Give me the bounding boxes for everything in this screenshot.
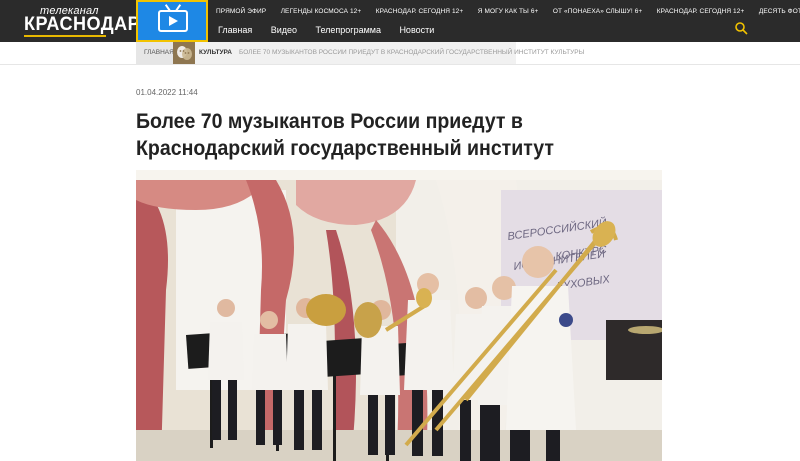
logo-underline [24,35,106,37]
ticker-item[interactable]: ОТ «ПОНАЕХА» СЛЫШУ! 6+ [553,4,642,16]
ticker-item[interactable]: КРАСНОДАР. СЕГОДНЯ 12+ [376,4,464,16]
search-icon[interactable] [734,21,748,35]
schedule-ticker: ПРЯМОЙ ЭФИР ЛЕГЕНДЫ КОСМОСА 12+ КРАСНОДА… [216,0,800,16]
nav-tv-program[interactable]: Телепрограмма [315,18,381,42]
nav-video[interactable]: Видео [271,18,297,42]
nav-home[interactable]: Главная [218,18,252,42]
ticker-item[interactable]: КРАСНОДАР. СЕГОДНЯ 12+ [657,4,745,16]
article-photo[interactable]: ВСЕРОССИЙСКИЙ КОНКУРС ИСПОЛНИТЕЛЕЙ ДУХОВ… [136,170,662,461]
photo-illustration: ВСЕРОССИЙСКИЙ КОНКУРС ИСПОЛНИТЕЛЕЙ ДУХОВ… [136,170,662,461]
theatre-masks-icon [173,42,195,64]
play-icon [169,16,178,26]
logo-title: КРАСНОДАР [24,14,141,35]
breadcrumb-current: БОЛЕЕ 70 МУЗЫКАНТОВ РОССИИ ПРИЕДУТ В КРА… [239,49,585,56]
ticker-item[interactable]: ДЕСЯТЬ ФОТОГРАФИЙ С.А. СТРИЖЕНОВЫМ 12+ [759,4,800,16]
main-nav: Главная Видео Телепрограмма Новости [218,18,448,42]
header-divider [0,64,800,65]
site-header: телеканал КРАСНОДАР ПРЯМОЙ ЭФИР ЛЕГЕНДЫ … [0,0,800,42]
tv-live-button[interactable] [136,0,208,42]
breadcrumb: ГЛАВНАЯ КУЛЬТУРА БОЛЕЕ 70 МУЗЫКАНТОВ РОС… [136,42,584,64]
ticker-item[interactable]: ПРЯМОЙ ЭФИР [216,4,266,16]
article-date: 01.04.2022 11:44 [136,88,198,97]
breadcrumb-category[interactable]: КУЛЬТУРА [199,42,232,64]
site-logo[interactable]: телеканал КРАСНОДАР [0,0,140,42]
ticker-item[interactable]: ЛЕГЕНДЫ КОСМОСА 12+ [281,4,362,16]
nav-news[interactable]: Новости [399,18,434,42]
ticker-item[interactable]: Я МОГУ КАК ТЫ 6+ [478,4,539,16]
